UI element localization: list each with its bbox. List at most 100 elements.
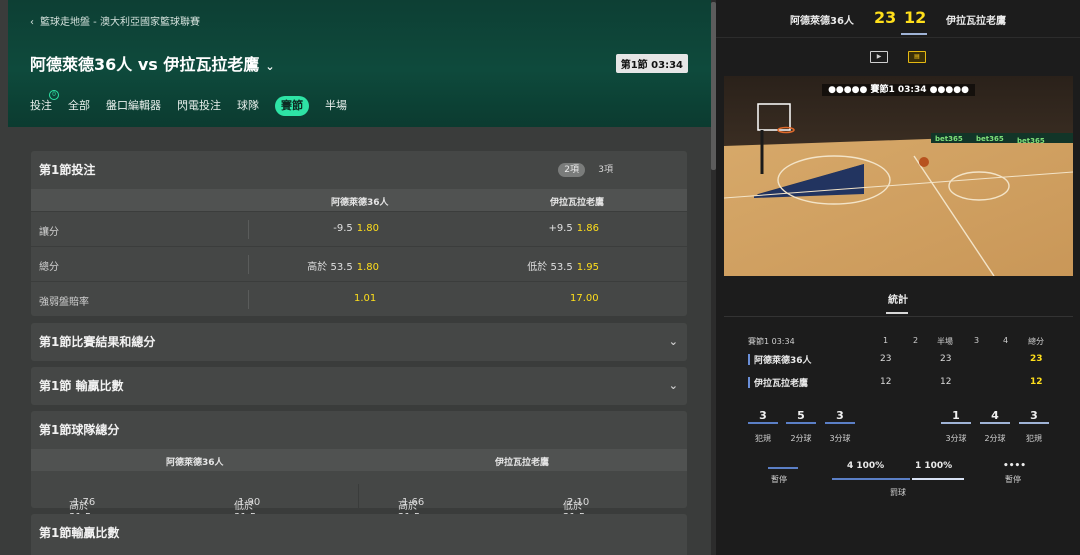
tab-bets-label: 投注	[30, 99, 52, 112]
half-score: 12	[940, 377, 952, 387]
court-clock: ●●●●● 賽節1 03:34 ●●●●●	[724, 82, 1073, 96]
q1-result-total-card[interactable]: 第1節比賽結果和總分 ⌄	[31, 323, 687, 361]
live-stream-icon[interactable]: ▶	[870, 51, 888, 63]
home-stats-row: 阿德萊德36人 23 23 23	[748, 353, 1068, 367]
away-team-name: 伊拉瓦拉老鷹	[946, 16, 1006, 27]
stat-caption: 2分球	[790, 434, 812, 443]
row-label: 總分	[39, 262, 59, 273]
stat-caption: 犯規	[1026, 434, 1042, 443]
card-title: 第1節投注	[39, 163, 96, 177]
match-title[interactable]: 阿德萊德36人 vs 伊拉瓦拉老鷹 ⌄	[30, 51, 275, 75]
period-label: 賽節1 03:34	[748, 337, 795, 346]
tab-flash-bet[interactable]: 閃電投注	[177, 96, 221, 116]
q1-bets-card: 第1節投注 2項 3項 阿德萊德36人 伊拉瓦拉老鷹 讓分 -9.5 1.80 +…	[31, 151, 687, 316]
away-timeouts-dots: ••••	[1003, 461, 1027, 471]
odds-value: 2.10	[567, 497, 590, 508]
home-score: 23	[874, 8, 897, 27]
ad-board-3: bet365	[1017, 137, 1045, 145]
pill-2-items[interactable]: 2項	[558, 163, 585, 177]
score-underline	[901, 33, 927, 35]
home-2pt: 5 2分球	[786, 409, 816, 444]
total-score: 12	[1030, 377, 1043, 387]
odds-button[interactable]: 17.00	[570, 293, 599, 304]
chevron-left-icon: ‹	[30, 17, 34, 28]
odds-value: 1.66	[402, 497, 425, 508]
odds-value: 1.90	[238, 497, 261, 508]
stat-bar	[786, 422, 816, 424]
divider	[248, 220, 249, 239]
team-color-bar	[748, 354, 750, 365]
odds-value: 1.95	[576, 262, 599, 273]
q2-header: 2	[913, 336, 919, 345]
q1-margin-card[interactable]: 第1節 輸贏比數 ⌄	[31, 367, 687, 405]
team-headers: 阿德萊德36人 伊拉瓦拉老鷹	[31, 449, 687, 471]
divider	[248, 255, 249, 274]
odds-button[interactable]: -9.5 1.80	[333, 223, 379, 234]
odds-button[interactable]: 低於 53.5 1.95	[527, 258, 599, 273]
tab-all[interactable]: 全部	[68, 96, 90, 116]
away-free-throws: 1 100%	[915, 461, 953, 471]
card-header: 第1節 輸贏比數 ⌄	[31, 367, 687, 405]
odds-value: 1.76	[73, 497, 96, 508]
stat-caption: 3分球	[829, 434, 851, 443]
breadcrumb-text: 籃球走地盤 - 澳大利亞國家籃球聯賽	[40, 17, 200, 28]
chevron-down-icon: ⌄	[265, 60, 275, 73]
scoreboard: 阿德萊德36人 23 12 伊拉瓦拉老鷹	[716, 0, 1080, 38]
pill-3-items[interactable]: 3項	[592, 163, 619, 177]
away-ft-bar	[912, 478, 964, 480]
odds-value: 1.80	[356, 223, 379, 234]
page: ‹ 籃球走地盤 - 澳大利亞國家籃球聯賽 阿德萊德36人 vs 伊拉瓦拉老鷹 ⌄ 第…	[0, 0, 1080, 555]
line: 低於 53.5	[527, 262, 573, 273]
home-timeouts-bar	[768, 467, 798, 469]
tab-stats[interactable]: 統計	[888, 291, 908, 306]
court-visualization: bet365 bet365 bet365	[724, 76, 1073, 276]
card-title: 第1節球隊總分	[39, 423, 120, 437]
team-totals-row: 高於 31.51.76 低於 31.51.90 高於 21.51.66 低於 2…	[31, 471, 687, 523]
market-tabs: 投注 0 全部 盤口編輯器 閃電投注 球隊 賽節 半場	[30, 90, 363, 116]
line: -9.5	[333, 223, 353, 234]
card-header[interactable]: 第1節球隊總分	[31, 411, 687, 449]
home-fouls: 3 犯規	[748, 409, 778, 444]
stat-bar	[980, 422, 1010, 424]
away-3pt: 1 3分球	[941, 409, 971, 444]
odds-button[interactable]: +9.5 1.86	[548, 223, 599, 234]
home-free-throws: 4 100%	[847, 461, 885, 471]
tab-half[interactable]: 半場	[325, 96, 347, 116]
chevron-down-icon: ⌄	[668, 379, 678, 392]
line: 高於 53.5	[307, 262, 353, 273]
col-away: 伊拉瓦拉老鷹	[550, 198, 605, 208]
stat-caption: 3分球	[945, 434, 967, 443]
stat-caption: 2分球	[984, 434, 1006, 443]
tab-bets[interactable]: 投注 0	[30, 90, 59, 116]
markets-pane: ‹ 籃球走地盤 - 澳大利亞國家籃球聯賽 阿德萊德36人 vs 伊拉瓦拉老鷹 ⌄ 第…	[0, 0, 712, 555]
bets-count-badge: 0	[49, 90, 59, 100]
chevron-down-icon: ⌄	[668, 335, 678, 348]
court-view-icon[interactable]: ▤	[908, 51, 926, 63]
market-row-total: 總分 高於 53.5 1.80 低於 53.5 1.95	[31, 246, 687, 281]
half-score: 23	[940, 354, 952, 364]
col-home: 阿德萊德36人	[331, 198, 389, 208]
tab-quarters[interactable]: 賽節	[275, 96, 309, 116]
card-title: 第1節輸贏比數	[39, 526, 120, 540]
odds-button[interactable]: 1.01	[354, 293, 376, 304]
tab-bet-builder[interactable]: 盤口編輯器	[106, 96, 161, 116]
q1-score: 23	[880, 354, 892, 364]
line: +9.5	[548, 223, 573, 234]
card-header[interactable]: 第1節投注 2項 3項	[31, 151, 687, 189]
stat-bar	[825, 422, 855, 424]
card-title: 第1節比賽結果和總分	[39, 335, 156, 349]
team-name: 阿德萊德36人	[754, 356, 812, 366]
tab-teams[interactable]: 球隊	[237, 96, 259, 116]
stat-bar	[941, 422, 971, 424]
breadcrumb[interactable]: ‹ 籃球走地盤 - 澳大利亞國家籃球聯賽	[30, 13, 200, 28]
q1-winning-margin-card[interactable]: 第1節輸贏比數	[31, 514, 687, 555]
column-headers: 阿德萊德36人 伊拉瓦拉老鷹	[31, 189, 687, 211]
divider	[248, 290, 249, 309]
col-away: 伊拉瓦拉老鷹	[495, 458, 550, 468]
odds-button[interactable]: 高於 53.5 1.80	[307, 258, 379, 273]
stats-tab-underline	[886, 312, 908, 314]
team-color-bar	[748, 377, 750, 388]
odds-value: 1.86	[576, 223, 599, 234]
away-stats-row: 伊拉瓦拉老鷹 12 12 12	[748, 376, 1068, 390]
live-panel: 阿德萊德36人 23 12 伊拉瓦拉老鷹 ▶ ▤ bet365 bet365 b…	[716, 0, 1080, 555]
